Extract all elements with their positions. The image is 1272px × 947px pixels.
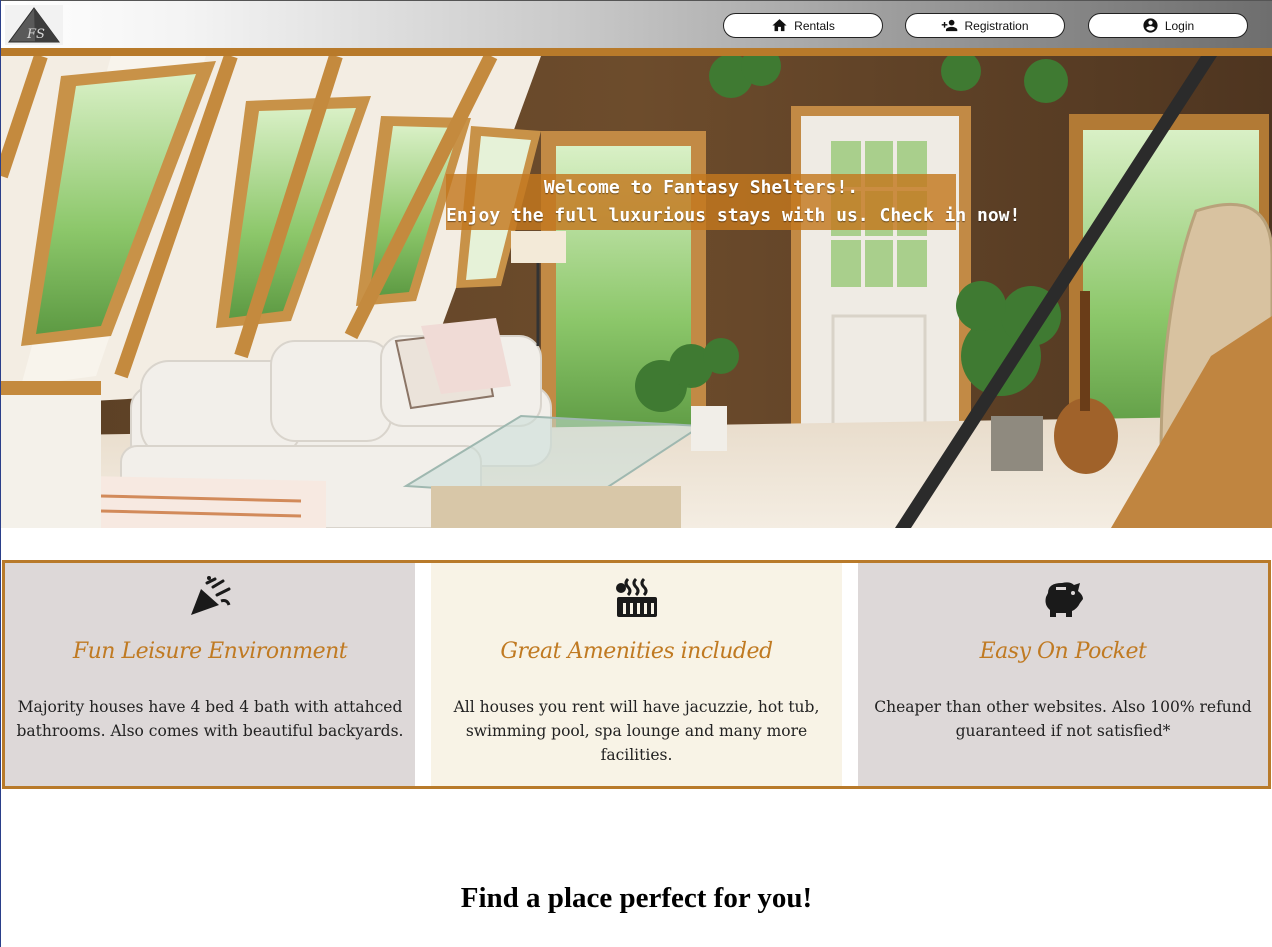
registration-label: Registration [964,18,1029,33]
feature-description: All houses you rent will have jacuzzie, … [453,698,820,764]
login-button[interactable]: Login [1088,13,1248,38]
find-place-heading: Find a place perfect for you! [460,882,813,914]
login-label: Login [1164,18,1195,33]
rentals-button[interactable]: Rentals [723,13,883,38]
feature-card-leisure: Fun Leisure Environment Majority houses … [5,563,415,786]
account-circle-icon [1143,18,1158,33]
feature-title: Fun Leisure Environment [72,639,348,664]
welcome-banner: Welcome to Fantasy Shelters!. Enjoy the … [446,174,1021,230]
header-accent-strip [1,48,1272,56]
hero-image [1,56,1272,528]
logo-icon: FS [8,7,60,43]
registration-button[interactable]: Registration [905,13,1065,38]
welcome-line-2: Enjoy the full luxurious stays with us. … [446,205,1021,226]
hero-banner: Welcome to Fantasy Shelters!. Enjoy the … [1,56,1272,528]
features-section: Fun Leisure Environment Majority houses … [2,560,1271,789]
feature-card-amenities: Great Amenities included All houses you … [431,563,842,786]
hot-tub-icon [614,575,660,619]
site-logo[interactable]: FS [5,5,63,45]
feature-card-pocket: Easy On Pocket Cheaper than other websit… [858,563,1268,786]
rentals-label: Rentals [794,18,835,33]
party-popper-icon [187,575,233,619]
feature-title: Great Amenities included [500,639,773,664]
top-navbar: FS Rentals Registration Login [1,0,1272,48]
add-user-icon [942,19,958,32]
svg-text:FS: FS [26,27,45,42]
welcome-line-1: Welcome to Fantasy Shelters!. [543,177,859,198]
piggy-bank-icon [1040,575,1086,619]
feature-description: Cheaper than other websites. Also 100% r… [874,698,1252,740]
feature-description: Majority houses have 4 bed 4 bath with a… [16,698,404,740]
home-icon [772,19,787,32]
feature-title: Easy On Pocket [979,639,1147,664]
